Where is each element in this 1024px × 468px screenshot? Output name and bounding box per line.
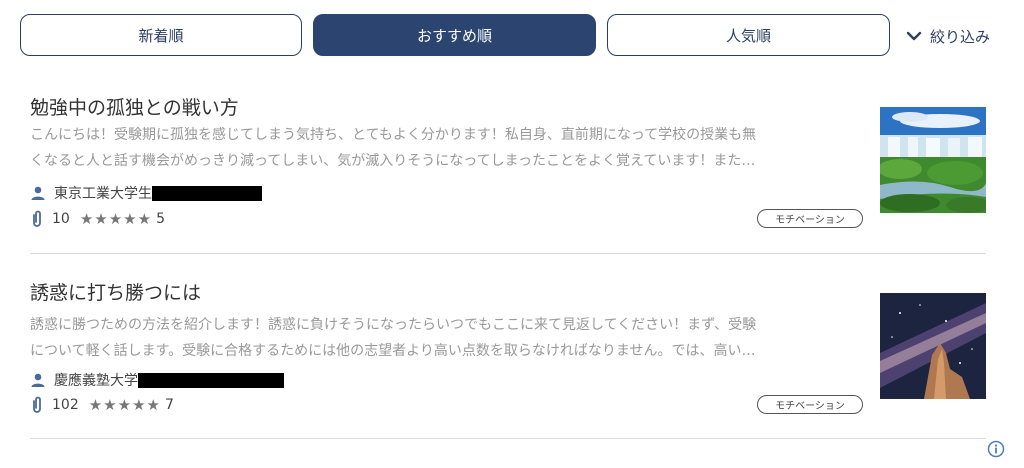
redacted-name (152, 185, 262, 201)
filter-label: 絞り込み (930, 27, 991, 46)
rating-value: 5 (156, 211, 165, 227)
article-card[interactable]: 勉強中の孤独との戦い方 こんにちは！受験期に孤独を感じてしまう気持ち、とてもよく… (30, 90, 986, 240)
article-stats: 10 ★★★★★ 5 (30, 209, 165, 229)
author-name: 慶應義塾大学 (54, 373, 138, 389)
redacted-name (138, 372, 284, 388)
article-stats: 102 ★★★★★ 7 (30, 395, 174, 415)
article-title[interactable]: 誘惑に打ち勝つには (30, 278, 201, 305)
chevron-down-icon (906, 31, 922, 41)
rating-stars: ★★★★★ (88, 396, 161, 414)
divider (30, 438, 986, 439)
excerpt-line: 誘惑に勝つための方法を紹介します！誘惑に負けそうになったらいつでもここに来て見返… (30, 317, 757, 333)
category-tag[interactable]: モチベーション (757, 209, 863, 228)
paperclip-icon (33, 210, 41, 227)
sort-popular-button[interactable]: 人気順 (607, 14, 890, 56)
article-title[interactable]: 勉強中の孤独との戦い方 (30, 93, 239, 120)
rating-value: 7 (164, 397, 174, 413)
sort-bar: 新着順 おすすめ順 人気順 絞り込み (0, 0, 1024, 72)
article-thumbnail[interactable] (880, 107, 986, 213)
excerpt-line: について軽く話します。受験に合格するためには他の志望者より高い点数を取らなければ… (30, 343, 756, 359)
article-excerpt: こんにちは！受験期に孤独を感じてしまう気持ち、とてもよく分かります！私自身、直前… (30, 122, 862, 174)
article-excerpt: 誘惑に勝つための方法を紹介します！誘惑に負けそうになったらいつでもここに来て見返… (30, 312, 862, 364)
paperclip-icon (33, 396, 41, 413)
category-tag[interactable]: モチベーション (757, 395, 863, 414)
article-author: 慶應義塾大学 (30, 370, 284, 390)
excerpt-line: こんにちは！受験期に孤独を感じてしまう気持ち、とてもよく分かります！私自身、直前… (30, 127, 757, 143)
excerpt-line: くなると人と話す機会がめっきり減ってしまい、気が滅入りそうになってしまったことを… (30, 153, 756, 169)
author-name: 東京工業大学生 (54, 186, 152, 202)
article-thumbnail[interactable] (880, 293, 986, 399)
attachment-count: 10 (52, 211, 70, 227)
divider (30, 253, 986, 254)
person-icon (31, 186, 45, 200)
rating-stars: ★★★★★ (79, 210, 153, 228)
article-author: 東京工業大学生 (30, 183, 262, 203)
attachment-count: 102 (52, 397, 79, 413)
filter-button[interactable]: 絞り込み (906, 24, 990, 48)
sort-recommended-button[interactable]: おすすめ順 (313, 14, 596, 56)
article-card[interactable]: 誘惑に打ち勝つには 誘惑に勝つための方法を紹介します！誘惑に負けそうになったらい… (30, 275, 986, 425)
info-icon[interactable] (987, 440, 1005, 458)
sort-newest-button[interactable]: 新着順 (20, 14, 302, 56)
person-icon (31, 373, 45, 387)
